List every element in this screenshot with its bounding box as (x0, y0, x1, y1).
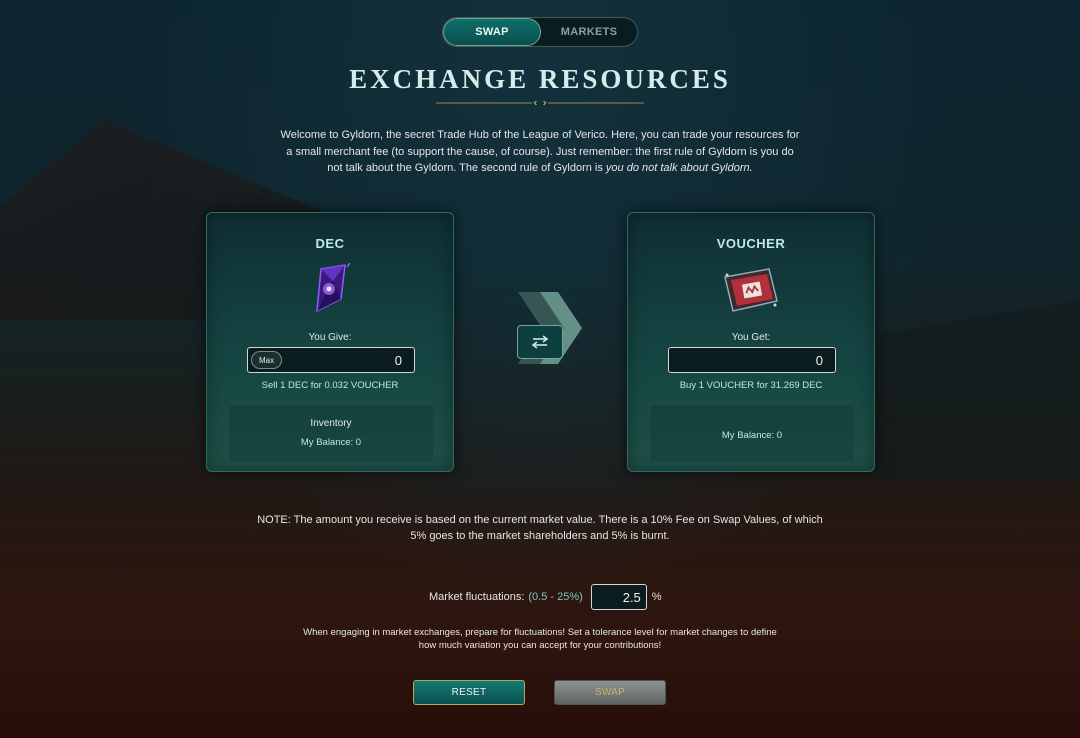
intro-emphasis: you do not talk about Gyldorn. (605, 162, 753, 174)
give-rate: Sell 1 DEC for 0.032 VOUCHER (261, 380, 399, 391)
get-card: VOUCHER You Get: 0 Buy 1 VOUCHER for 31.… (627, 212, 875, 472)
background-building (870, 300, 1080, 480)
fluctuation-input[interactable]: 2.5 (590, 584, 647, 610)
fluctuation-label: Market fluctuations: (429, 591, 525, 603)
reset-button[interactable]: RESET (413, 680, 525, 705)
swap-direction-button[interactable] (517, 325, 563, 359)
get-inventory-box: My Balance: 0 (650, 405, 854, 461)
tolerance-text: When engaging in market exchanges, prepa… (303, 627, 777, 651)
max-button[interactable]: Max (251, 351, 283, 369)
tab-swap[interactable]: SWAP (443, 18, 541, 46)
fluctuation-range: (0.5 - 25%) (528, 591, 583, 603)
voucher-ticket-icon (724, 268, 778, 312)
get-balance: My Balance: 0 (721, 430, 783, 441)
title-ornament (436, 101, 644, 105)
get-amount-value: 0 (815, 352, 823, 368)
give-card: DEC You Give: Max 0 Sell 1 DEC for 0.032… (206, 212, 454, 472)
view-toggle: SWAP MARKETS (442, 17, 638, 47)
page-title: EXCHANGE RESOURCES (349, 64, 731, 94)
inventory-title: Inventory (310, 418, 352, 429)
swap-arrows-icon (531, 335, 549, 349)
dec-crystal-icon (316, 263, 351, 313)
fluctuation-row: Market fluctuations: (0.5 - 25%) 2.5 % (429, 584, 662, 610)
give-amount-value: 0 (394, 352, 402, 368)
intro-text: Welcome to Gyldorn, the secret Trade Hub… (280, 129, 800, 174)
give-label: You Give: (308, 332, 352, 343)
swap-button[interactable]: SWAP (554, 680, 666, 705)
give-inventory-box: Inventory My Balance: 0 (229, 405, 433, 461)
give-balance: My Balance: 0 (300, 437, 362, 448)
give-resource-name: DEC (315, 236, 345, 251)
get-amount-input[interactable]: 0 (668, 347, 836, 373)
get-label: You Get: (731, 332, 771, 343)
give-amount-input[interactable]: Max 0 (247, 347, 415, 373)
fee-note: NOTE: The amount you receive is based on… (257, 514, 823, 542)
get-resource-name: VOUCHER (716, 236, 786, 251)
get-rate: Buy 1 VOUCHER for 31.269 DEC (679, 380, 823, 391)
fluctuation-unit: % (651, 591, 662, 603)
tab-markets[interactable]: MARKETS (541, 18, 637, 46)
